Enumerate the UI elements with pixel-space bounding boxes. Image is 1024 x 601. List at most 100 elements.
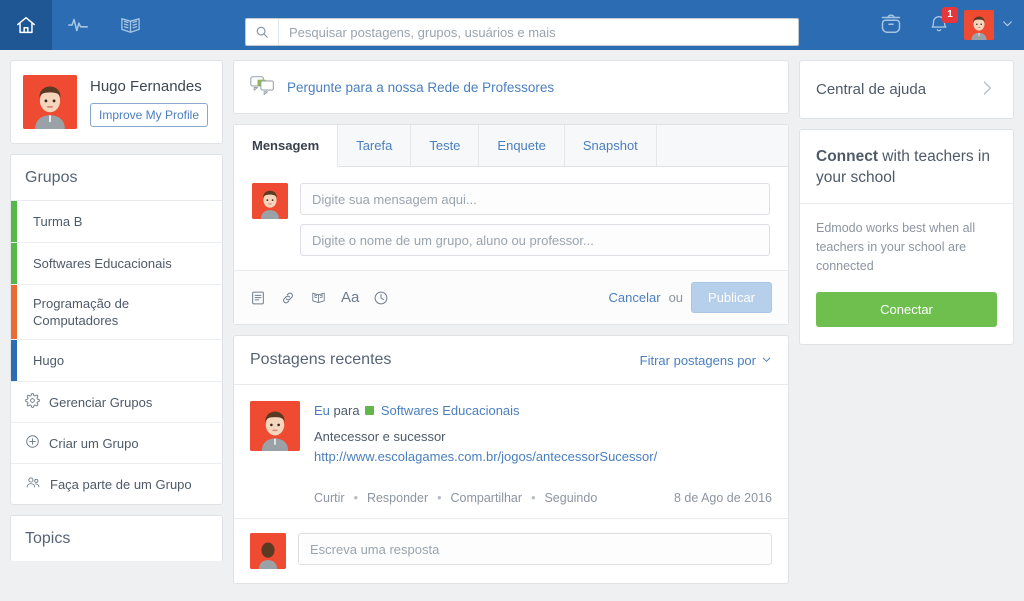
post-meta: Eu para Softwares Educacionais bbox=[314, 403, 772, 418]
post-actions: Curtir • Responder • Compartilhar • Segu… bbox=[234, 478, 788, 519]
gear-icon bbox=[25, 393, 40, 411]
ask-network-link[interactable]: Pergunte para a nossa Rede de Professore… bbox=[287, 80, 554, 95]
nav-library-button[interactable] bbox=[104, 0, 156, 50]
backpack-button[interactable] bbox=[868, 0, 914, 50]
post-to-label: para bbox=[333, 403, 360, 418]
join-group-button[interactable]: Faça parte de um Grupo bbox=[11, 464, 222, 504]
post-body: Eu para Softwares Educacionais Antecesso… bbox=[314, 401, 772, 464]
profile-info: Hugo Fernandes Improve My Profile bbox=[90, 77, 209, 127]
clock-icon[interactable] bbox=[373, 290, 389, 306]
nav-home-button[interactable] bbox=[0, 0, 52, 50]
share-button[interactable]: Compartilhar bbox=[451, 491, 523, 505]
library-icon[interactable] bbox=[310, 290, 327, 306]
groups-title: Grupos bbox=[11, 155, 222, 201]
profile-avatar[interactable] bbox=[23, 75, 77, 129]
recent-posts-title: Postagens recentes bbox=[250, 351, 392, 368]
file-icon[interactable] bbox=[250, 290, 266, 306]
teacher-network-card: Pergunte para a nossa Rede de Professore… bbox=[233, 60, 789, 114]
connect-button[interactable]: Conectar bbox=[816, 292, 997, 327]
tab-teste[interactable]: Teste bbox=[411, 125, 480, 166]
composer-body bbox=[234, 167, 788, 270]
global-search[interactable] bbox=[245, 18, 799, 46]
composer-tabs: Mensagem Tarefa Teste Enquete Snapshot bbox=[234, 125, 788, 167]
reply-button[interactable]: Responder bbox=[367, 491, 428, 505]
group-label: Softwares Educacionais bbox=[33, 256, 172, 271]
group-label: Turma B bbox=[33, 214, 83, 229]
group-item[interactable]: Programação de Computadores bbox=[11, 285, 222, 340]
ask-network-row[interactable]: Pergunte para a nossa Rede de Professore… bbox=[234, 61, 788, 113]
post-author-link[interactable]: Eu bbox=[314, 403, 330, 418]
create-group-label: Criar um Grupo bbox=[49, 435, 139, 451]
group-label: Programação de Computadores bbox=[33, 296, 130, 328]
help-center-card[interactable]: Central de ajuda bbox=[799, 60, 1014, 119]
message-input[interactable] bbox=[300, 183, 770, 215]
home-icon bbox=[15, 14, 37, 36]
post-date: 8 de Ago de 2016 bbox=[673, 491, 772, 505]
group-color-dot bbox=[365, 406, 375, 415]
like-button[interactable]: Curtir bbox=[314, 491, 345, 505]
connect-body: Edmodo works best when all teachers in y… bbox=[800, 204, 1013, 344]
nav-primary-links bbox=[0, 0, 156, 50]
connect-description: Edmodo works best when all teachers in y… bbox=[816, 221, 976, 273]
group-item[interactable]: Turma B bbox=[11, 201, 222, 243]
post-group-link[interactable]: Softwares Educacionais bbox=[381, 403, 520, 418]
post-reply-row bbox=[234, 519, 788, 583]
follow-button[interactable]: Seguindo bbox=[544, 491, 597, 505]
profile-name: Hugo Fernandes bbox=[90, 77, 202, 95]
tab-snapshot[interactable]: Snapshot bbox=[564, 125, 657, 166]
tab-enquete[interactable]: Enquete bbox=[479, 125, 565, 166]
avatar-illustration bbox=[964, 10, 994, 40]
help-center-title: Central de ajuda bbox=[816, 81, 927, 98]
search-input[interactable] bbox=[279, 19, 798, 45]
chat-bubbles-icon bbox=[250, 75, 275, 99]
recent-posts-header: Postagens recentes Fitrar postagens por bbox=[234, 336, 788, 385]
left-sidebar: Hugo Fernandes Improve My Profile Grupos… bbox=[10, 60, 223, 571]
tab-tarefa[interactable]: Tarefa bbox=[338, 125, 412, 166]
text-format-icon[interactable]: Aa bbox=[341, 290, 359, 305]
link-icon[interactable] bbox=[280, 290, 296, 306]
page-body: Hugo Fernandes Improve My Profile Grupos… bbox=[0, 50, 1024, 601]
filter-posts-dropdown[interactable]: Fitrar postagens por bbox=[640, 353, 772, 368]
notifications-button[interactable]: 1 bbox=[916, 0, 962, 50]
post-url-link[interactable]: http://www.escolagames.com.br/jogos/ante… bbox=[314, 449, 772, 464]
manage-groups-button[interactable]: Gerenciar Grupos bbox=[11, 382, 222, 423]
avatar-illustration bbox=[250, 533, 286, 569]
reply-input[interactable] bbox=[298, 533, 772, 565]
chevron-right-icon bbox=[977, 78, 997, 101]
search-icon bbox=[246, 19, 279, 45]
help-center-row[interactable]: Central de ajuda bbox=[800, 61, 1013, 118]
publish-button[interactable]: Publicar bbox=[691, 282, 772, 313]
avatar[interactable] bbox=[964, 10, 994, 40]
separator: • bbox=[531, 491, 536, 505]
top-navbar: 1 bbox=[0, 0, 1024, 50]
groups-card: Grupos Turma B Softwares Educacionais Pr… bbox=[10, 154, 223, 505]
account-menu-button[interactable] bbox=[996, 0, 1018, 50]
tabs-filler bbox=[656, 125, 788, 166]
group-item[interactable]: Hugo bbox=[11, 340, 222, 382]
topics-title: Topics bbox=[25, 530, 71, 547]
improve-profile-button[interactable]: Improve My Profile bbox=[90, 102, 209, 127]
separator: • bbox=[353, 491, 358, 505]
connect-title: Connect with teachers in your school bbox=[800, 130, 1013, 204]
composer-toolbar: Aa Cancelar ou Publicar bbox=[234, 270, 788, 324]
recent-posts-card: Postagens recentes Fitrar postagens por bbox=[233, 335, 789, 584]
avatar-illustration bbox=[23, 75, 77, 129]
create-group-button[interactable]: Criar um Grupo bbox=[11, 423, 222, 464]
recipient-input[interactable] bbox=[300, 224, 770, 256]
profile-summary: Hugo Fernandes Improve My Profile bbox=[11, 61, 222, 143]
tab-mensagem[interactable]: Mensagem bbox=[234, 125, 339, 167]
group-item[interactable]: Softwares Educacionais bbox=[11, 243, 222, 285]
nav-progress-button[interactable] bbox=[52, 0, 104, 50]
group-label: Hugo bbox=[33, 353, 65, 368]
chevron-down-icon bbox=[761, 353, 772, 368]
filter-posts-label: Fitrar postagens por bbox=[639, 352, 756, 368]
post-avatar[interactable] bbox=[250, 401, 300, 451]
cancel-button[interactable]: Cancelar bbox=[609, 290, 661, 305]
avatar-illustration bbox=[252, 183, 288, 219]
join-group-label: Faça parte de um Grupo bbox=[50, 476, 192, 492]
composer-tool-icons: Aa bbox=[250, 290, 389, 306]
topics-card: Topics bbox=[10, 515, 223, 561]
post-item: Eu para Softwares Educacionais Antecesso… bbox=[234, 385, 788, 464]
or-label: ou bbox=[668, 290, 684, 305]
post-text: Antecessor e sucessor bbox=[314, 429, 446, 444]
